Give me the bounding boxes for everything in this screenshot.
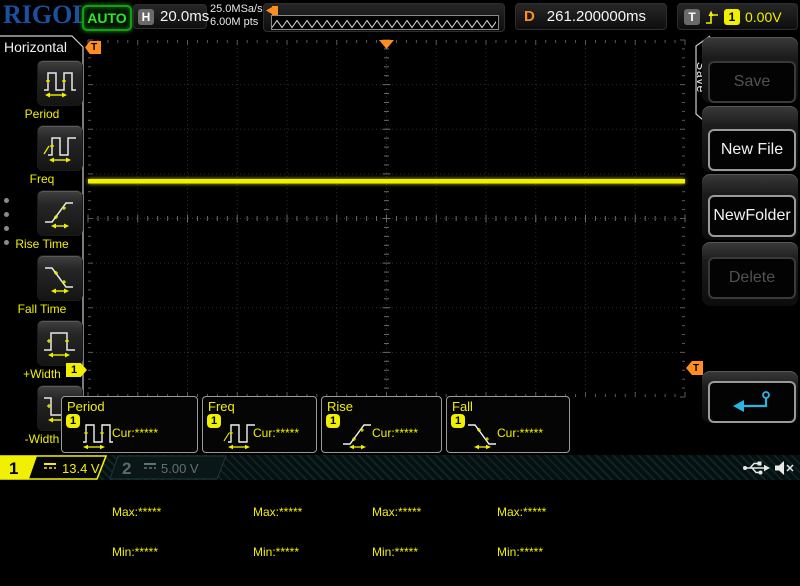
- measurement-name: Freq: [208, 399, 235, 414]
- source-channel-badge: 1: [451, 414, 465, 428]
- new-file-button[interactable]: New File: [708, 129, 796, 171]
- sidebar-item-period-label: Period: [0, 107, 84, 121]
- ch2-indicator[interactable]: 2 5.00 V: [110, 456, 226, 479]
- sidebar-item-plus-width[interactable]: [37, 320, 83, 366]
- source-channel-badge: 1: [66, 414, 80, 428]
- page-indicator-dot: [4, 226, 9, 231]
- page-indicator-dot: [4, 240, 9, 245]
- delete-button: Delete: [708, 257, 796, 299]
- rise-time-icon: [42, 197, 78, 229]
- sidebar-item-freq-label: Freq: [0, 172, 84, 186]
- freq-icon: [42, 132, 78, 164]
- measurement-cur: Cur:*****: [497, 427, 546, 440]
- ch1-indicator[interactable]: 1 13.4 V: [0, 456, 106, 479]
- timebase-value: 20.0ms: [160, 8, 209, 25]
- back-button[interactable]: [708, 381, 796, 423]
- speaker-muted-icon: [775, 461, 793, 475]
- measurement-name: Period: [67, 399, 105, 414]
- source-channel-badge: 1: [326, 414, 340, 428]
- sidebar-item-freq[interactable]: [37, 125, 83, 171]
- sidebar-item-rise-time-label: Rise Time: [0, 237, 84, 251]
- measurement-min: Min:*****: [253, 546, 302, 559]
- trigger-level-value: 0.00V: [745, 9, 782, 25]
- status-icons: [742, 458, 796, 478]
- plus-width-icon: [42, 327, 78, 359]
- measurement-min: Min:*****: [497, 546, 546, 559]
- svg-text:2: 2: [122, 459, 131, 478]
- delay-value: 261.200000ms: [535, 8, 658, 25]
- overview-waveform: [271, 15, 499, 30]
- top-status-bar: RIGOL AUTO H 20.0ms 25.0MSa/s 6.00M pts …: [0, 0, 800, 33]
- waveform-display-grid: [88, 40, 685, 397]
- fall-time-icon: [466, 418, 500, 450]
- trigger-position-marker-icon[interactable]: [379, 40, 394, 49]
- rise-time-icon: [341, 418, 375, 450]
- measurement-min: Min:*****: [372, 546, 421, 559]
- trigger-slope-icon: [705, 9, 719, 25]
- memory-depth: 6.00M pts: [210, 16, 263, 29]
- waveform-overview-strip[interactable]: [263, 3, 505, 32]
- measurement-box-fall: Fall 1 Cur:***** Avg:***** Max:***** Min…: [446, 396, 570, 453]
- run-status-badge[interactable]: AUTO: [82, 5, 132, 31]
- return-arrow-icon: [730, 389, 774, 415]
- sidebar-item-rise-time[interactable]: [37, 190, 83, 236]
- rigol-logo: RIGOL: [3, 0, 90, 30]
- trigger-source-badge: 1: [724, 9, 740, 25]
- measurement-name: Rise: [327, 399, 353, 414]
- trigger-delay-box[interactable]: D 261.200000ms: [515, 3, 667, 30]
- horizontal-timebase-box[interactable]: H 20.0ms: [133, 4, 207, 29]
- sample-rate: 25.0MSa/s: [210, 3, 263, 16]
- trigger-key-icon: T: [684, 9, 700, 25]
- new-folder-button[interactable]: NewFolder: [708, 195, 796, 237]
- measurement-box-period: Period 1 Cur:***** Avg:***** Max:***** M…: [61, 396, 198, 453]
- trigger-position-arrow-icon: [266, 6, 278, 15]
- fall-time-icon: [42, 262, 78, 294]
- measurement-max: Max:*****: [112, 506, 161, 519]
- period-icon: [42, 67, 78, 99]
- measurement-min: Min:*****: [112, 546, 161, 559]
- svg-text:1: 1: [9, 459, 18, 478]
- measurement-cur: Cur:*****: [372, 427, 421, 440]
- svg-text:5.00 V: 5.00 V: [161, 461, 199, 476]
- measurement-cur: Cur:*****: [112, 427, 161, 440]
- save-button: Save: [708, 61, 796, 103]
- svg-text:13.4 V: 13.4 V: [62, 461, 100, 476]
- h-key-icon: H: [138, 9, 154, 25]
- channel-indicators: 1 13.4 V 2 5.00 V: [0, 455, 240, 480]
- sidebar-item-fall-time-label: Fall Time: [0, 302, 84, 316]
- source-channel-badge: 1: [207, 414, 221, 428]
- measurement-max: Max:*****: [253, 506, 302, 519]
- measurement-cur: Cur:*****: [253, 427, 302, 440]
- sample-rate-readout: 25.0MSa/s 6.00M pts: [210, 3, 263, 29]
- measurement-max: Max:*****: [497, 506, 546, 519]
- measurement-name: Fall: [452, 399, 473, 414]
- usb-icon: [743, 462, 770, 475]
- freq-icon: [222, 418, 256, 450]
- page-indicator-dot: [4, 198, 9, 203]
- channel-status-bar: 1 13.4 V 2 5.00 V: [0, 455, 800, 480]
- period-icon: [81, 418, 115, 450]
- ch1-trace: [88, 179, 685, 184]
- delay-label: D: [524, 8, 535, 25]
- page-indicator-dot: [4, 212, 9, 217]
- trigger-level-marker[interactable]: T: [686, 361, 703, 375]
- measurement-box-freq: Freq 1 Cur:***** Avg:***** Max:***** Min…: [202, 396, 317, 453]
- measurement-max: Max:*****: [372, 506, 421, 519]
- measurement-box-rise: Rise 1 Cur:***** Avg:***** Max:***** Min…: [321, 396, 442, 453]
- sidebar-item-fall-time[interactable]: [37, 255, 83, 301]
- trigger-status-box[interactable]: T 1 0.00V: [677, 3, 798, 30]
- sidebar-item-period[interactable]: [37, 60, 83, 106]
